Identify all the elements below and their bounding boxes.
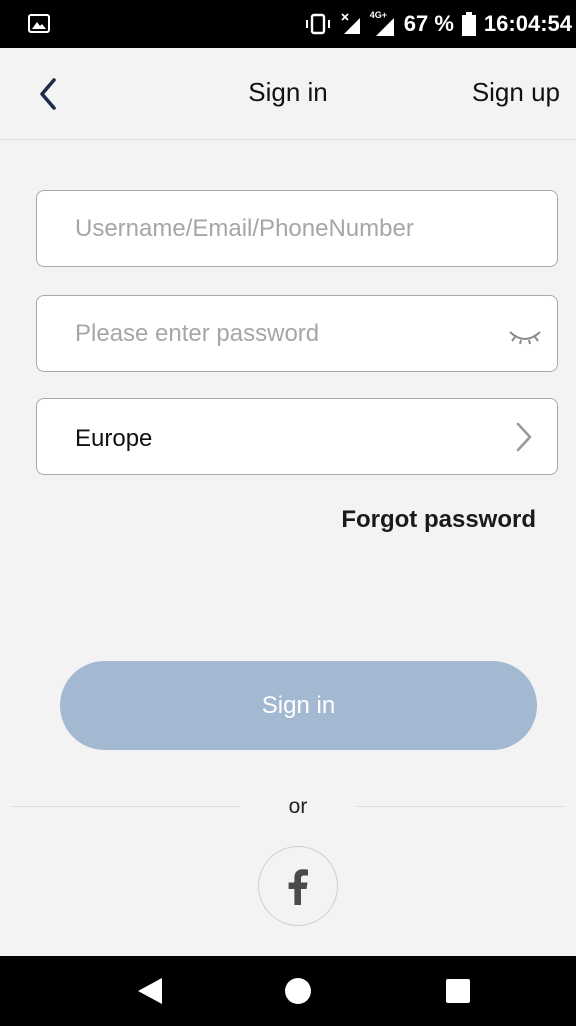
navigation-bar — [0, 956, 576, 1026]
facebook-login-button[interactable] — [258, 846, 338, 926]
gallery-icon — [28, 14, 50, 33]
status-bar: 4G+ 67 % 16:04:54 — [0, 0, 576, 48]
username-input[interactable] — [75, 191, 495, 266]
eye-closed-icon[interactable] — [507, 320, 543, 350]
region-value: Europe — [75, 425, 153, 452]
facebook-icon — [288, 869, 308, 905]
nav-recent-button[interactable] — [410, 956, 506, 1026]
sign-up-link[interactable]: Sign up — [472, 77, 560, 108]
username-field[interactable] — [36, 190, 558, 267]
password-field[interactable] — [36, 295, 558, 372]
region-selector[interactable]: Europe — [36, 398, 558, 475]
divider-right — [356, 806, 566, 807]
battery-icon — [461, 12, 476, 36]
clock: 16:04:54 — [483, 11, 572, 36]
forgot-password-link[interactable]: Forgot password — [341, 506, 536, 534]
or-label: or — [288, 795, 308, 818]
header-bar: Sign in Sign up — [0, 48, 576, 140]
battery-percent: 67 % — [403, 11, 454, 36]
password-input[interactable] — [75, 296, 495, 371]
nav-back-icon — [138, 978, 162, 1004]
signal-icon — [341, 13, 360, 34]
nav-recent-icon — [446, 979, 470, 1003]
divider-left — [10, 806, 240, 807]
sign-in-button[interactable]: Sign in — [60, 661, 537, 750]
signal-4g-icon: 4G+ — [370, 10, 396, 37]
chevron-right-icon — [516, 422, 532, 452]
nav-home-icon — [285, 978, 311, 1004]
nav-back-button[interactable] — [102, 956, 198, 1026]
nav-home-button[interactable] — [250, 956, 346, 1026]
vibrate-icon — [305, 13, 330, 35]
